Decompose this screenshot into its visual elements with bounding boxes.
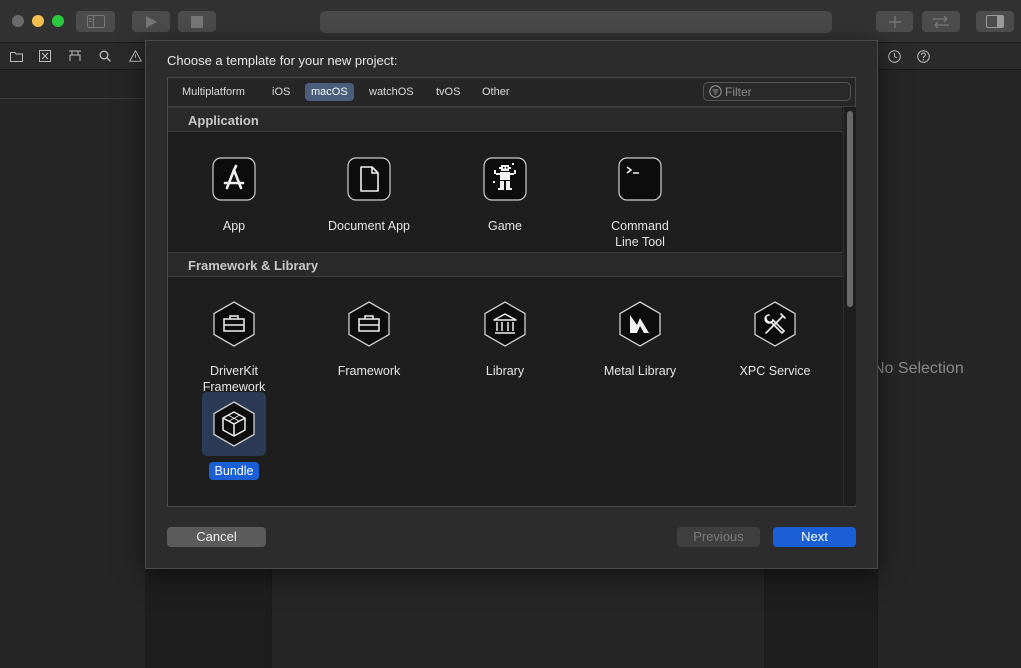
stop-button[interactable] [178, 11, 216, 32]
toolbox-hexagon-icon [348, 301, 390, 347]
section-title: Application [188, 113, 259, 128]
inspector-no-selection: No Selection [873, 360, 964, 377]
template-label: Document App [328, 219, 410, 233]
template-icon-frame [608, 292, 672, 356]
previous-button[interactable]: Previous [677, 527, 760, 547]
run-button[interactable] [132, 11, 170, 32]
template-label: Game [487, 219, 523, 233]
next-button[interactable]: Next [773, 527, 856, 547]
filter-field[interactable] [703, 82, 851, 101]
template-icon-frame [473, 292, 537, 356]
section-header-framework-library: Framework & Library [168, 252, 842, 277]
tab-multiplatform[interactable]: Multiplatform [176, 83, 251, 101]
inspector-toggle-button[interactable] [976, 11, 1014, 32]
template-label: Metal Library [603, 364, 677, 378]
app-store-a-icon [212, 157, 256, 201]
tab-tvos[interactable]: tvOS [430, 83, 466, 101]
play-icon [146, 15, 157, 28]
folder-icon[interactable] [8, 48, 24, 64]
template-icon-frame [202, 392, 266, 456]
section-title: Framework & Library [188, 258, 319, 273]
toolbox-hexagon-icon [213, 301, 255, 347]
template-list: Application App Document App Game Comman… [168, 107, 842, 505]
template-xpc-service[interactable]: XPC Service [715, 292, 835, 380]
sidebar-right-icon [986, 15, 1004, 28]
template-icon-frame [202, 292, 266, 356]
cancel-button[interactable]: Cancel [167, 527, 266, 547]
filter-icon [709, 85, 722, 98]
swap-arrows-icon [933, 15, 949, 28]
template-label: Bundle [208, 462, 260, 480]
template-label: Command Line Tool [611, 219, 669, 249]
close-window-button[interactable] [12, 15, 24, 27]
template-label: Framework [337, 364, 401, 378]
template-metal-library[interactable]: Metal Library [580, 292, 700, 380]
template-list-scrollbar[interactable] [843, 107, 856, 505]
history-clock-icon[interactable] [886, 48, 902, 64]
sheet-title: Choose a template for your new project: [167, 53, 398, 68]
template-command-line-tool[interactable]: Command Line Tool [580, 147, 700, 251]
template-icon-frame [473, 147, 537, 211]
source-control-icon[interactable] [37, 48, 53, 64]
library-add-button[interactable] [876, 11, 913, 32]
document-icon [347, 157, 391, 201]
template-label: App [222, 219, 246, 233]
metal-hexagon-icon [619, 301, 661, 347]
section-header-application: Application [168, 107, 842, 132]
minimize-window-button[interactable] [32, 15, 44, 27]
sidebar-left-icon [86, 15, 105, 28]
navigator-toggle-button[interactable] [76, 11, 115, 32]
tab-ios[interactable]: iOS [266, 83, 296, 101]
template-framework[interactable]: Framework [309, 292, 429, 380]
quick-help-icon[interactable] [915, 48, 931, 64]
wrench-screwdriver-hexagon-icon [754, 301, 796, 347]
navigator-divider [0, 98, 145, 99]
filter-input[interactable] [722, 84, 845, 99]
template-label: Library [485, 364, 525, 378]
scrollbar-thumb[interactable] [847, 111, 853, 307]
activity-viewer [320, 11, 832, 33]
terminal-icon [618, 157, 662, 201]
editor-area [271, 568, 765, 668]
template-driverkit-framework[interactable]: DriverKit Framework [174, 292, 294, 396]
warning-icon[interactable] [127, 48, 143, 64]
tab-watchos[interactable]: watchOS [363, 83, 420, 101]
template-icon-frame [337, 292, 401, 356]
new-project-sheet: Choose a template for your new project: … [145, 40, 878, 569]
cube-hexagon-icon [213, 401, 255, 447]
tab-macos[interactable]: macOS [305, 83, 354, 101]
code-review-button[interactable] [922, 11, 960, 32]
template-library[interactable]: Library [445, 292, 565, 380]
navigator-pane [0, 70, 145, 668]
template-document-app[interactable]: Document App [309, 147, 429, 235]
template-game[interactable]: Game [445, 147, 565, 235]
template-label: XPC Service [739, 364, 811, 378]
template-panel: Multiplatform iOS macOS watchOS tvOS Oth… [167, 77, 856, 507]
platform-tab-bar: Multiplatform iOS macOS watchOS tvOS Oth… [168, 78, 855, 107]
tab-other[interactable]: Other [476, 83, 516, 101]
stop-icon [191, 15, 203, 28]
game-sprite-icon [483, 157, 527, 201]
template-icon-frame [202, 147, 266, 211]
template-label: DriverKit Framework [202, 364, 266, 394]
template-icon-frame [608, 147, 672, 211]
template-bundle[interactable]: Bundle [174, 392, 294, 480]
search-icon[interactable] [97, 48, 113, 64]
zoom-window-button[interactable] [52, 15, 64, 27]
template-icon-frame [743, 292, 807, 356]
plus-icon [888, 15, 901, 28]
library-building-hexagon-icon [484, 301, 526, 347]
template-icon-frame [337, 147, 401, 211]
window-toolbar [0, 0, 1021, 43]
template-app[interactable]: App [174, 147, 294, 235]
symbol-hierarchy-icon[interactable] [67, 48, 83, 64]
